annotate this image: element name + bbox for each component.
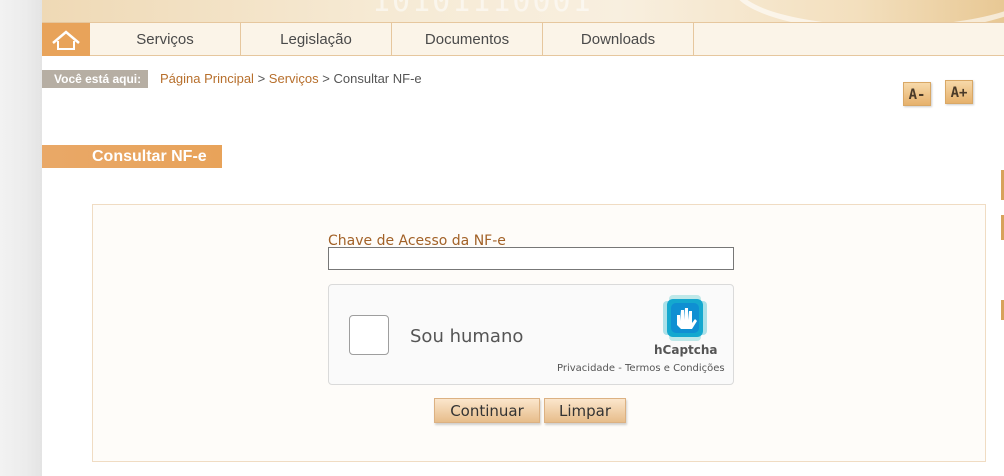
home-icon [52,30,80,50]
breadcrumb-current: Consultar NF-e [333,71,422,86]
clear-button[interactable]: Limpar [544,398,626,423]
captcha-checkbox[interactable] [349,315,389,355]
captcha-terms-link[interactable]: Termos e Condições [625,363,725,374]
home-button[interactable] [42,23,90,56]
banner-swoosh [732,0,1004,22]
nav-item-servicos[interactable]: Serviços [90,23,241,56]
hcaptcha-logo-icon [663,295,707,341]
page-title: Consultar NF-e [42,145,222,168]
breadcrumb-servicos-link[interactable]: Serviços [269,71,319,86]
nav-item-legislacao[interactable]: Legislação [241,23,392,56]
captcha-brand: hCaptcha [654,343,718,357]
font-increase-button[interactable]: A+ [945,80,973,104]
captcha-links-separator: - [615,363,626,374]
breadcrumb-trail: Página Principal > Serviços > Consultar … [160,71,422,86]
breadcrumb-separator: > [257,71,266,86]
header-banner: 10101110001 [42,0,1004,22]
left-margin [0,0,42,476]
nav-item-documentos[interactable]: Documentos [392,23,543,56]
breadcrumb-home-link[interactable]: Página Principal [160,71,254,86]
breadcrumb-label: Você está aqui: [42,70,148,88]
breadcrumb-separator: > [322,71,330,86]
captcha-privacy-link[interactable]: Privacidade [557,363,615,374]
captcha-text: Sou humano [410,326,524,347]
font-decrease-button[interactable]: A- [903,82,931,106]
banner-digits: 10101110001 [372,0,593,19]
continue-button[interactable]: Continuar [434,398,540,423]
captcha-links: Privacidade - Termos e Condições [557,363,725,374]
main-nav: Serviços Legislação Documentos Downloads [42,22,1004,56]
hcaptcha-widget: Sou humano hCaptcha Privacidade - Termos… [328,284,734,385]
page: 10101110001 Serviços Legislação Document… [42,0,1004,476]
nav-item-downloads[interactable]: Downloads [543,23,694,56]
access-key-input[interactable] [328,247,734,270]
